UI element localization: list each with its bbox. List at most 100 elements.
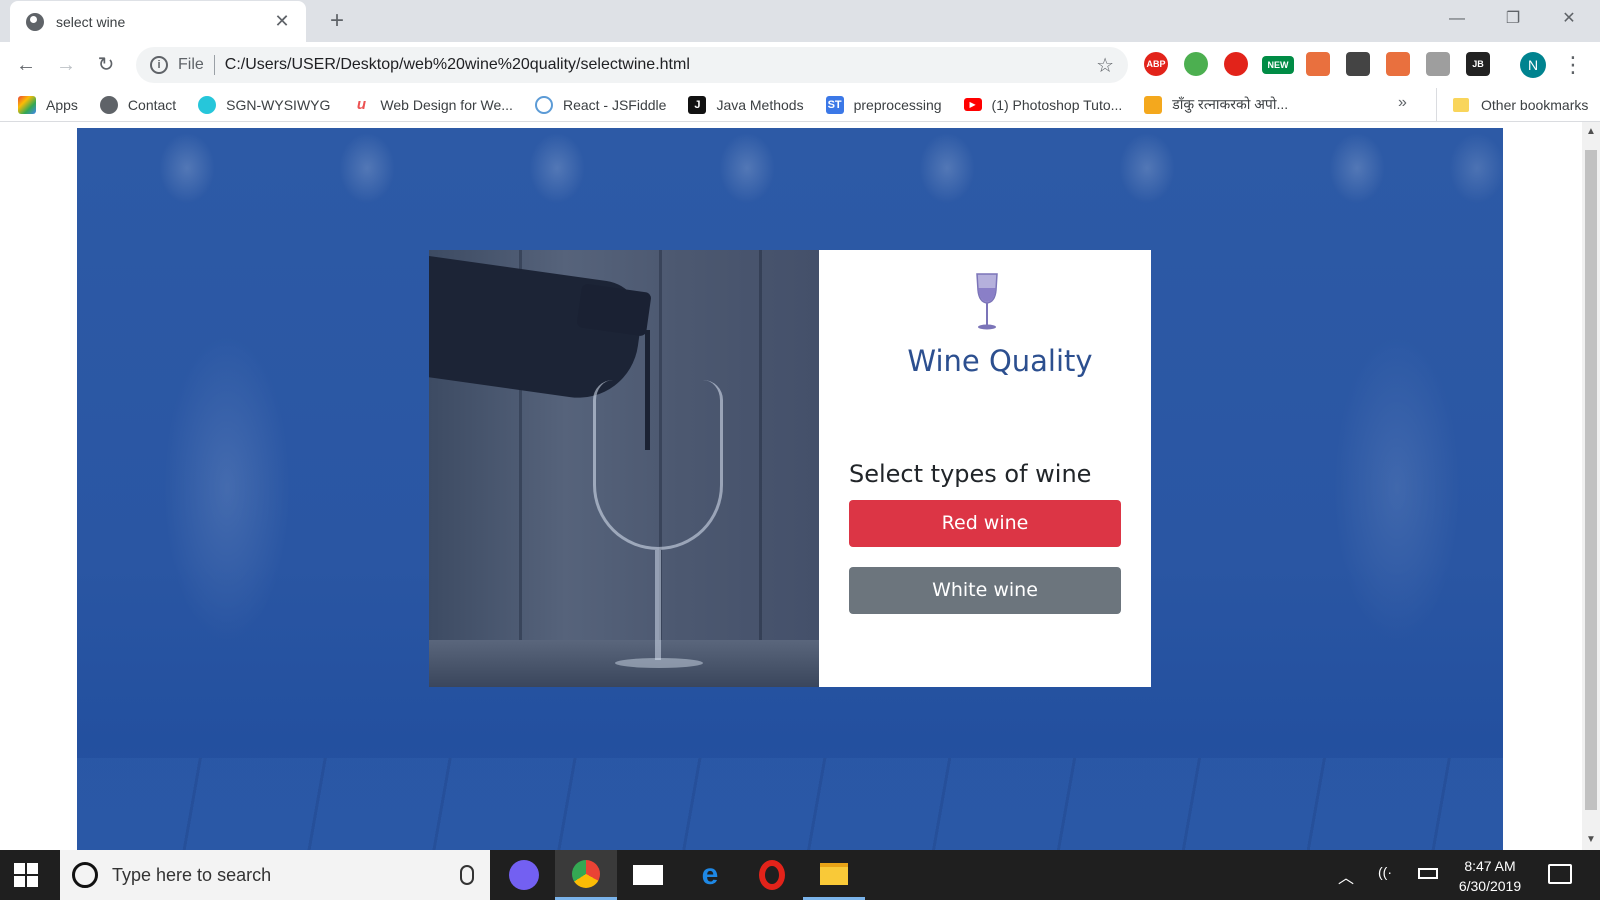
- scroll-thumb[interactable]: [1585, 150, 1597, 810]
- udemy-icon: u: [356, 95, 366, 113]
- taskbar-search[interactable]: Type here to search: [60, 850, 490, 900]
- scroll-up-arrow-icon[interactable]: ▲: [1586, 126, 1596, 137]
- glass-stem: [655, 550, 661, 660]
- bookmark-label: (1) Photoshop Tuto...: [991, 96, 1123, 113]
- back-button[interactable]: ←: [12, 51, 40, 79]
- windows-taskbar: Type here to search e ︿ ((· 8:47 AM 6/30…: [0, 850, 1600, 900]
- bookmark-photoshop[interactable]: ▶ (1) Photoshop Tuto...: [963, 96, 1123, 113]
- new-tab-button[interactable]: +: [322, 6, 352, 36]
- omnibox-divider: [213, 55, 215, 75]
- bookmark-label: Java Methods: [716, 96, 804, 113]
- bookmark-label: preprocessing: [853, 96, 942, 113]
- select-prompt: Select types of wine: [849, 460, 1092, 488]
- clock-date: 6/30/2019: [1458, 878, 1522, 894]
- box-extension-icon[interactable]: [1426, 52, 1450, 76]
- bookmark-label: डाँकु रत्नाकरको अपो...: [1172, 96, 1289, 112]
- more-bookmarks-chevron-icon[interactable]: »: [1398, 94, 1407, 112]
- apps-grid-icon: [18, 95, 36, 114]
- st-icon: ST: [825, 95, 844, 114]
- bookmark-sgn[interactable]: SGN-WYSIWYG: [198, 95, 331, 114]
- jsfiddle-icon: [534, 95, 553, 114]
- doc-icon: [1144, 95, 1163, 114]
- bookmark-java-methods[interactable]: J Java Methods: [688, 95, 804, 114]
- wood-plank: [759, 250, 762, 687]
- browser-menu-icon[interactable]: ⋮: [1562, 52, 1584, 78]
- other-bookmarks[interactable]: Other bookmarks: [1436, 88, 1588, 122]
- adblock-plus-icon[interactable]: ABP: [1144, 52, 1168, 76]
- clock-time: 8:47 AM: [1464, 858, 1516, 874]
- forward-button[interactable]: →: [52, 51, 80, 79]
- close-window-button[interactable]: ✕: [1546, 4, 1592, 34]
- wood-floor: [77, 758, 1503, 850]
- show-hidden-icons-icon[interactable]: ︿: [1338, 864, 1354, 888]
- mail-app[interactable]: [617, 850, 679, 900]
- glass-foot: [615, 658, 703, 668]
- bookmark-label: Contact: [127, 96, 177, 113]
- globe-extension-icon[interactable]: [1184, 52, 1208, 76]
- bookmark-contact[interactable]: Contact: [99, 95, 177, 114]
- bookmark-star-icon[interactable]: ☆: [1096, 53, 1114, 78]
- chrome-icon: [572, 859, 600, 888]
- bookmark-jsfiddle[interactable]: React - JSFiddle: [534, 95, 666, 114]
- viber-app[interactable]: [493, 850, 555, 900]
- folder-icon: [820, 862, 848, 885]
- edge-app[interactable]: e: [679, 850, 741, 900]
- bookmarks-bar: Apps Contact SGN-WYSIWYG u Web Design fo…: [0, 88, 1600, 122]
- edge-icon: e: [701, 858, 719, 891]
- bookmark-label: Web Design for We...: [380, 96, 513, 113]
- new-extension-icon[interactable]: NEW: [1262, 56, 1294, 74]
- tab-close-button[interactable]: ✕: [272, 11, 292, 32]
- vertical-scrollbar[interactable]: ▲ ▼: [1582, 122, 1600, 850]
- reload-button[interactable]: ↻: [92, 51, 120, 79]
- tv2-extension-icon[interactable]: [1386, 52, 1410, 76]
- blue-background: Wine Quality Select types of wine Red wi…: [77, 128, 1503, 850]
- selection-panel: Wine Quality Select types of wine Red wi…: [819, 250, 1151, 687]
- battery-icon[interactable]: [1418, 868, 1438, 879]
- bookmark-label: SGN-WYSIWYG: [226, 96, 331, 113]
- wifi-icon[interactable]: ((·: [1378, 864, 1392, 880]
- wine-select-card: Wine Quality Select types of wine Red wi…: [429, 250, 1151, 687]
- red-wine-button[interactable]: Red wine: [849, 500, 1121, 547]
- tv-extension-icon[interactable]: [1306, 52, 1330, 76]
- brand-title: Wine Quality: [907, 344, 1093, 378]
- minimize-button[interactable]: —: [1434, 4, 1480, 34]
- globe-icon: [99, 95, 118, 114]
- jetbrains-extension-icon[interactable]: JB: [1466, 52, 1490, 76]
- browser-tab[interactable]: select wine ✕: [10, 1, 306, 42]
- restore-button[interactable]: ❐: [1490, 4, 1536, 34]
- bookmark-web-design[interactable]: u Web Design for We...: [352, 96, 513, 114]
- file-explorer-app[interactable]: [803, 850, 865, 900]
- url-text[interactable]: C:/Users/USER/Desktop/web%20wine%20quali…: [225, 56, 1096, 74]
- j-icon: J: [688, 95, 707, 114]
- chrome-app[interactable]: [555, 850, 617, 900]
- system-clock[interactable]: 8:47 AM 6/30/2019: [1440, 856, 1540, 896]
- windows-start-icon[interactable]: [14, 863, 38, 887]
- tab-title: select wine: [56, 13, 126, 30]
- info-icon[interactable]: i: [150, 56, 168, 74]
- address-bar[interactable]: i File C:/Users/USER/Desktop/web%20wine%…: [136, 47, 1128, 83]
- profile-avatar[interactable]: N: [1520, 52, 1546, 78]
- tab-strip: select wine ✕ + — ❐ ✕: [0, 0, 1600, 42]
- opera-extension-icon[interactable]: [1224, 52, 1248, 76]
- scroll-down-arrow-icon[interactable]: ▼: [1586, 834, 1596, 845]
- bookmark-preprocessing[interactable]: ST preprocessing: [825, 95, 942, 114]
- bookmark-label: Apps: [46, 96, 78, 113]
- download-extension-icon[interactable]: [1346, 52, 1370, 76]
- opera-icon: [759, 860, 785, 890]
- opera-app[interactable]: [741, 850, 803, 900]
- search-placeholder: Type here to search: [112, 864, 272, 885]
- bookmark-nepali-doc[interactable]: डाँकु रत्नाकरको अपो...: [1144, 95, 1288, 114]
- bookmark-apps[interactable]: Apps: [18, 95, 78, 114]
- wine-pour-photo: [429, 250, 819, 687]
- white-wine-button[interactable]: White wine: [849, 567, 1121, 614]
- scheme-label: File: [178, 56, 204, 73]
- microphone-icon[interactable]: [460, 865, 474, 885]
- glass-bowl: [593, 380, 723, 550]
- folder-icon: [1453, 98, 1469, 112]
- globe-icon: [26, 12, 44, 31]
- viber-icon: [509, 860, 539, 890]
- action-center-icon[interactable]: [1548, 864, 1572, 884]
- youtube-icon: ▶: [963, 98, 982, 111]
- wine-glass-icon: [976, 273, 998, 330]
- cortana-icon: [72, 862, 98, 888]
